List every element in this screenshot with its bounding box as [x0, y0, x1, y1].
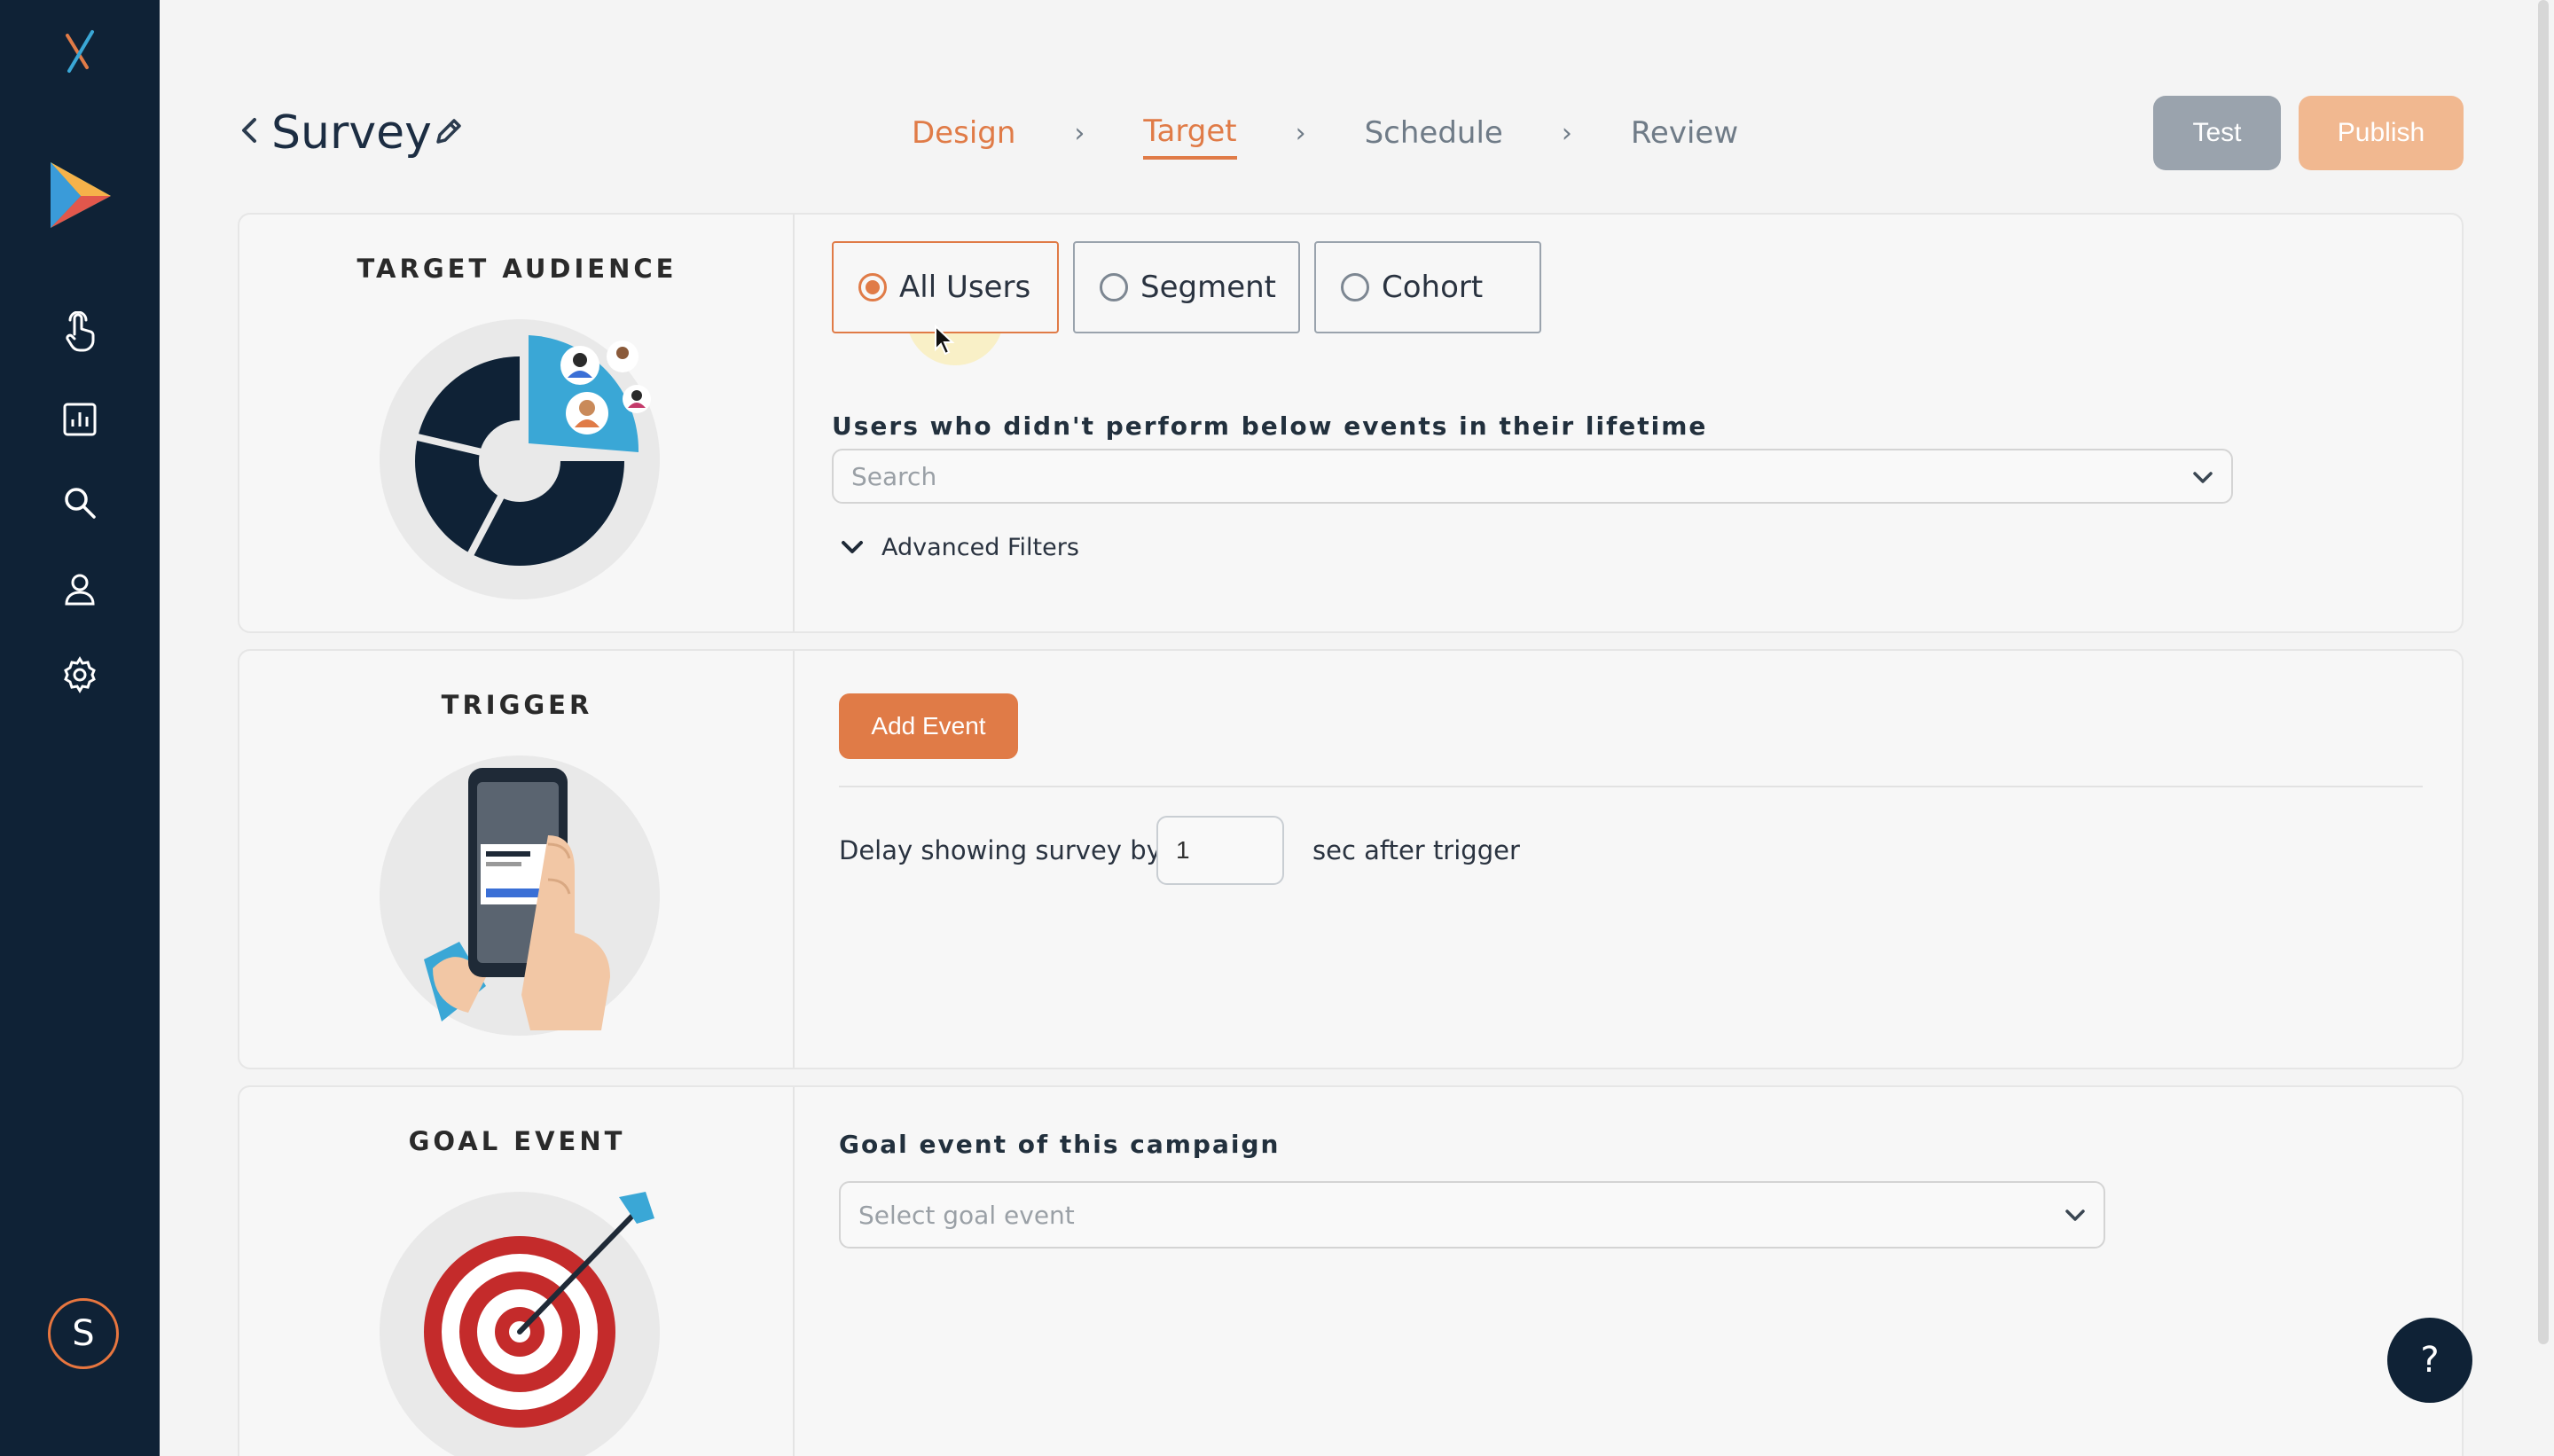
step-target[interactable]: Target — [1143, 114, 1237, 160]
chevron-right-icon: › — [1561, 117, 1572, 149]
advanced-filters-toggle[interactable]: Advanced Filters — [839, 534, 1079, 561]
target-audience-card: TARGET AUDIENCE All Users Segment Cohort… — [238, 213, 2464, 633]
goal-event-panel: GOAL EVENT — [239, 1087, 795, 1456]
radio-selected[interactable] — [858, 273, 887, 301]
chevron-down-icon — [2193, 472, 2213, 483]
after-trigger-label: sec after trigger — [1312, 835, 1520, 865]
goal-event-label: Goal event of this campaign — [839, 1130, 1281, 1159]
back-button[interactable] — [239, 114, 259, 154]
audience-illustration — [380, 319, 660, 599]
play-triangle-icon[interactable] — [0, 160, 160, 231]
chevron-down-icon — [842, 540, 863, 553]
scrollbar[interactable] — [2533, 0, 2554, 1456]
chevron-right-icon: › — [1074, 117, 1085, 149]
tap-gesture-icon[interactable] — [0, 310, 160, 355]
avatar[interactable]: S — [48, 1298, 119, 1369]
delay-label: Delay showing survey by — [839, 835, 1162, 865]
logo-icon[interactable] — [0, 25, 160, 78]
pencil-icon[interactable] — [433, 115, 465, 151]
card-title: TARGET AUDIENCE — [356, 254, 678, 284]
page-title: Survey — [271, 106, 432, 160]
card-title: GOAL EVENT — [408, 1126, 626, 1156]
step-review[interactable]: Review — [1631, 115, 1738, 158]
option-label: Segment — [1140, 270, 1276, 305]
search-placeholder: Search — [851, 461, 937, 491]
goal-event-placeholder: Select goal event — [858, 1200, 1075, 1230]
target-audience-panel: TARGET AUDIENCE — [239, 215, 795, 631]
step-design[interactable]: Design — [912, 115, 1015, 158]
events-search-select[interactable]: Search — [832, 449, 2233, 504]
radio-unselected[interactable] — [1341, 273, 1369, 301]
bar-chart-icon[interactable] — [0, 397, 160, 442]
sidebar: S — [0, 0, 160, 1456]
audience-option-all-users[interactable]: All Users — [832, 241, 1059, 333]
chevron-right-icon: › — [1295, 117, 1306, 149]
scrollbar-thumb[interactable] — [2538, 0, 2549, 1344]
chevron-left-icon — [242, 118, 256, 143]
search-icon[interactable] — [0, 481, 160, 525]
gear-icon[interactable] — [0, 653, 160, 697]
trigger-panel: TRIGGER — [239, 651, 795, 1068]
option-label: Cohort — [1382, 270, 1484, 305]
publish-button[interactable]: Publish — [2299, 96, 2464, 170]
test-button[interactable]: Test — [2153, 96, 2281, 170]
goal-event-select[interactable]: Select goal event — [839, 1181, 2105, 1249]
events-label: Users who didn't perform below events in… — [832, 411, 1708, 441]
add-event-button[interactable]: Add Event — [839, 693, 1018, 759]
card-title: TRIGGER — [441, 690, 593, 720]
divider — [839, 786, 2423, 787]
mouse-cursor-icon — [935, 325, 955, 356]
user-icon[interactable] — [0, 568, 160, 612]
radio-unselected[interactable] — [1100, 273, 1128, 301]
trigger-illustration — [380, 755, 660, 1036]
step-schedule[interactable]: Schedule — [1365, 115, 1503, 158]
goal-illustration — [380, 1192, 660, 1456]
stepper: Design › Target › Schedule › Review — [912, 114, 1738, 160]
trigger-card: TRIGGER Add Event Delay showing survey b… — [238, 649, 2464, 1069]
chevron-down-icon — [2065, 1209, 2085, 1221]
advanced-filters-label: Advanced Filters — [881, 534, 1079, 561]
goal-event-card: GOAL EVENT Goal event of this campaign S… — [238, 1085, 2464, 1456]
help-button[interactable]: ? — [2387, 1318, 2472, 1403]
audience-option-segment[interactable]: Segment — [1073, 241, 1300, 333]
option-label: All Users — [899, 270, 1031, 305]
delay-seconds-input[interactable] — [1156, 816, 1284, 885]
audience-option-cohort[interactable]: Cohort — [1314, 241, 1541, 333]
